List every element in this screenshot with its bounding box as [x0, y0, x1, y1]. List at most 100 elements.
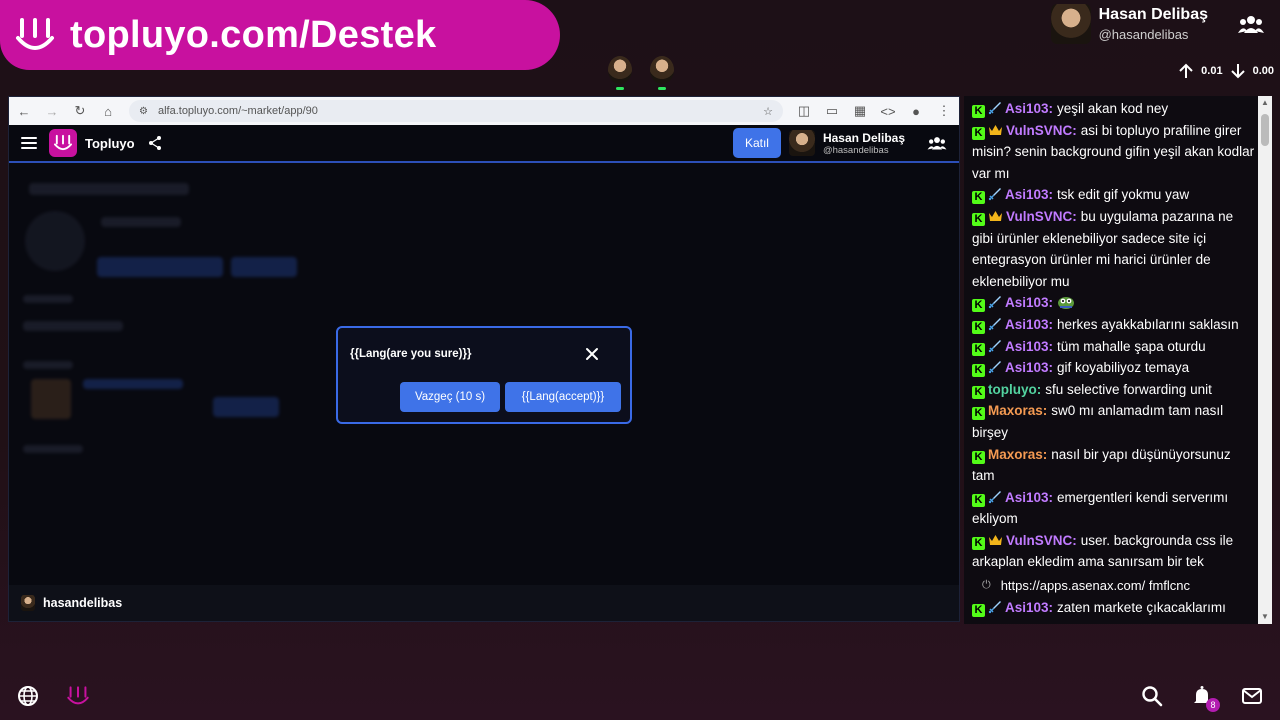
chat-scrollbar[interactable]: ▲ ▼ — [1258, 96, 1272, 624]
devtools-icon[interactable]: <> — [880, 104, 895, 119]
accept-button[interactable]: {{Lang(accept)}} — [505, 382, 621, 412]
avatar — [1050, 4, 1091, 44]
chat-message: K Asi103: gif koyabiliyoz temaya — [972, 357, 1256, 379]
sword-badge-icon — [988, 316, 1002, 331]
chat-message: K Asi103: zaten markete çıkacaklarımı — [972, 597, 1256, 619]
scroll-down-icon[interactable]: ▼ — [1261, 613, 1269, 621]
profile-name: Hasan Delibaş — [1098, 6, 1208, 23]
kick-badge-icon: K — [972, 364, 985, 378]
qr-icon[interactable]: ▦ — [853, 103, 867, 118]
app-title: Topluyo — [85, 135, 135, 151]
confirm-dialog: {{Lang(are you sure)}} Vazgeç (10 s) {{L… — [336, 326, 632, 424]
header-user-handle: @hasandelibas — [822, 144, 889, 156]
chat-username[interactable]: VulnSVNC: — [1006, 123, 1077, 138]
chat-message: K VulnSVNC: bu uygulama pazarına ne gibi ü… — [972, 206, 1256, 292]
profile-icon[interactable]: ● — [909, 104, 923, 119]
support-banner[interactable]: topluyo.com/Destek — [0, 0, 560, 70]
chat-message: K Asi103: — [972, 292, 1256, 314]
sword-badge-icon — [988, 599, 1002, 613]
sword-badge-icon — [988, 186, 1002, 201]
share-icon[interactable] — [147, 135, 163, 151]
chat-message: K Asi103: tüm mahalle şapa oturdu — [972, 336, 1256, 358]
chat-username[interactable]: topluyo: — [988, 382, 1041, 397]
chat-message: Ktopluyo: sfu selective forwarding unit — [972, 379, 1256, 401]
browser-bottom-bar: hasandelibas — [9, 585, 959, 621]
viewer-avatars — [608, 56, 674, 90]
back-icon[interactable]: ← — [17, 104, 31, 119]
scroll-thumb[interactable] — [1261, 114, 1269, 146]
sword-badge-icon — [988, 489, 1002, 503]
scroll-up-icon[interactable]: ▲ — [1261, 99, 1269, 107]
chat-username[interactable]: Asi103: — [1005, 101, 1053, 116]
chat-username[interactable]: Asi103: — [1005, 295, 1053, 310]
chat-text: yeşil akan kod ney — [1057, 101, 1169, 116]
chat-username[interactable]: Asi103: — [1005, 187, 1053, 202]
dialog-title: {{Lang(are you sure)}} — [350, 348, 472, 360]
bottom-left-tray — [16, 684, 90, 708]
group-icon[interactable] — [1238, 13, 1264, 35]
chat-messages: K Asi103: yeşil akan kod ney K VulnSVNC: asi … — [964, 96, 1272, 618]
chat-username[interactable]: Asi103: — [1005, 339, 1053, 354]
notifications-button[interactable]: 8 — [1190, 684, 1220, 712]
topluyo-logo-icon[interactable] — [66, 684, 90, 708]
search-icon[interactable] — [1140, 684, 1164, 708]
chat-username[interactable]: Maxoras: — [988, 403, 1047, 418]
address-bar[interactable]: ⚙ alfa.topluyo.com/~market/app/90 ☆ — [129, 100, 783, 122]
chat-text: tüm mahalle şapa oturdu — [1057, 338, 1206, 354]
sword-badge-icon — [988, 294, 1002, 309]
media-icon[interactable]: ▭ — [825, 103, 839, 118]
arrow-down-icon — [1230, 64, 1245, 79]
site-settings-icon[interactable]: ⚙ — [139, 106, 148, 117]
forward-icon[interactable]: → — [45, 104, 59, 119]
link-text[interactable]: https://apps.asenax.com/ fmflcnc — [1001, 575, 1190, 597]
kick-badge-icon: K — [972, 493, 985, 507]
chat-username[interactable]: VulnSVNC: — [1006, 209, 1077, 224]
pepe-emote-icon — [1057, 294, 1075, 310]
chat-username[interactable]: Asi103: — [1005, 360, 1053, 375]
link-preview[interactable]: ⏻ https://apps.asenax.com/ fmflcnc — [972, 575, 1256, 597]
topluyo-logo-icon[interactable] — [49, 129, 77, 157]
top-profile[interactable]: Hasan Delibaş @hasandelibas — [1050, 4, 1264, 44]
reload-icon[interactable]: ↻ — [73, 103, 87, 118]
app-header: Topluyo Katıl Hasan Delibaş @hasandeliba… — [9, 125, 959, 163]
close-icon[interactable] — [584, 346, 600, 362]
chat-text: gif koyabiliyoz temaya — [1057, 360, 1190, 376]
avatar[interactable] — [788, 130, 815, 156]
banner-text: topluyo.com/Destek — [70, 13, 437, 56]
chat-username[interactable]: Asi103: — [1005, 317, 1053, 332]
menu-dots-icon[interactable]: ⋮ — [937, 103, 951, 118]
group-icon[interactable] — [927, 135, 947, 151]
chat-message: K Asi103: herkes ayakkabılarını saklasın — [972, 314, 1256, 336]
viewer-avatar[interactable] — [650, 56, 674, 90]
kick-badge-icon: K — [972, 603, 985, 617]
chat-message: K VulnSVNC: asi bi topluyo prafiline girer… — [972, 120, 1256, 185]
globe-icon[interactable] — [16, 684, 40, 708]
topluyo-logo-icon — [16, 18, 54, 50]
chat-username[interactable]: Asi103: — [1005, 600, 1053, 615]
chat-username[interactable]: Maxoras: — [988, 447, 1047, 462]
kick-badge-icon: K — [972, 299, 985, 313]
chat-username[interactable]: VulnSVNC: — [1006, 533, 1077, 548]
bottom-right-tray: 8 — [1140, 684, 1264, 712]
url-text: alfa.topluyo.com/~market/app/90 — [157, 105, 318, 117]
chat-message: K Asi103: yeşil akan kod ney — [972, 98, 1256, 120]
kick-badge-icon: K — [972, 536, 985, 550]
home-icon[interactable]: ⌂ — [101, 104, 115, 119]
hamburger-menu-icon[interactable] — [21, 137, 37, 149]
speaking-indicator — [616, 87, 624, 90]
header-user-name: Hasan Delibaş — [822, 130, 905, 145]
kick-badge-icon: K — [972, 212, 985, 226]
chat-username[interactable]: Asi103: — [1005, 490, 1053, 505]
sword-badge-icon — [988, 359, 1002, 374]
mail-icon[interactable] — [1240, 684, 1264, 708]
kick-badge-icon: K — [972, 385, 985, 399]
chat-message: K Maxoras: sw0 mı anlamadım tam nasıl birş… — [972, 400, 1256, 443]
kick-badge-icon: K — [972, 450, 985, 464]
viewer-avatar[interactable] — [608, 56, 632, 90]
cancel-button[interactable]: Vazgeç (10 s) — [400, 382, 500, 412]
sword-badge-icon — [988, 100, 1002, 115]
chat-text: tsk edit gif yokmu yaw — [1057, 187, 1190, 203]
extensions-icon[interactable]: ◫ — [797, 103, 811, 118]
bookmark-star-icon[interactable]: ☆ — [763, 105, 773, 118]
join-button[interactable]: Katıl — [732, 128, 781, 158]
